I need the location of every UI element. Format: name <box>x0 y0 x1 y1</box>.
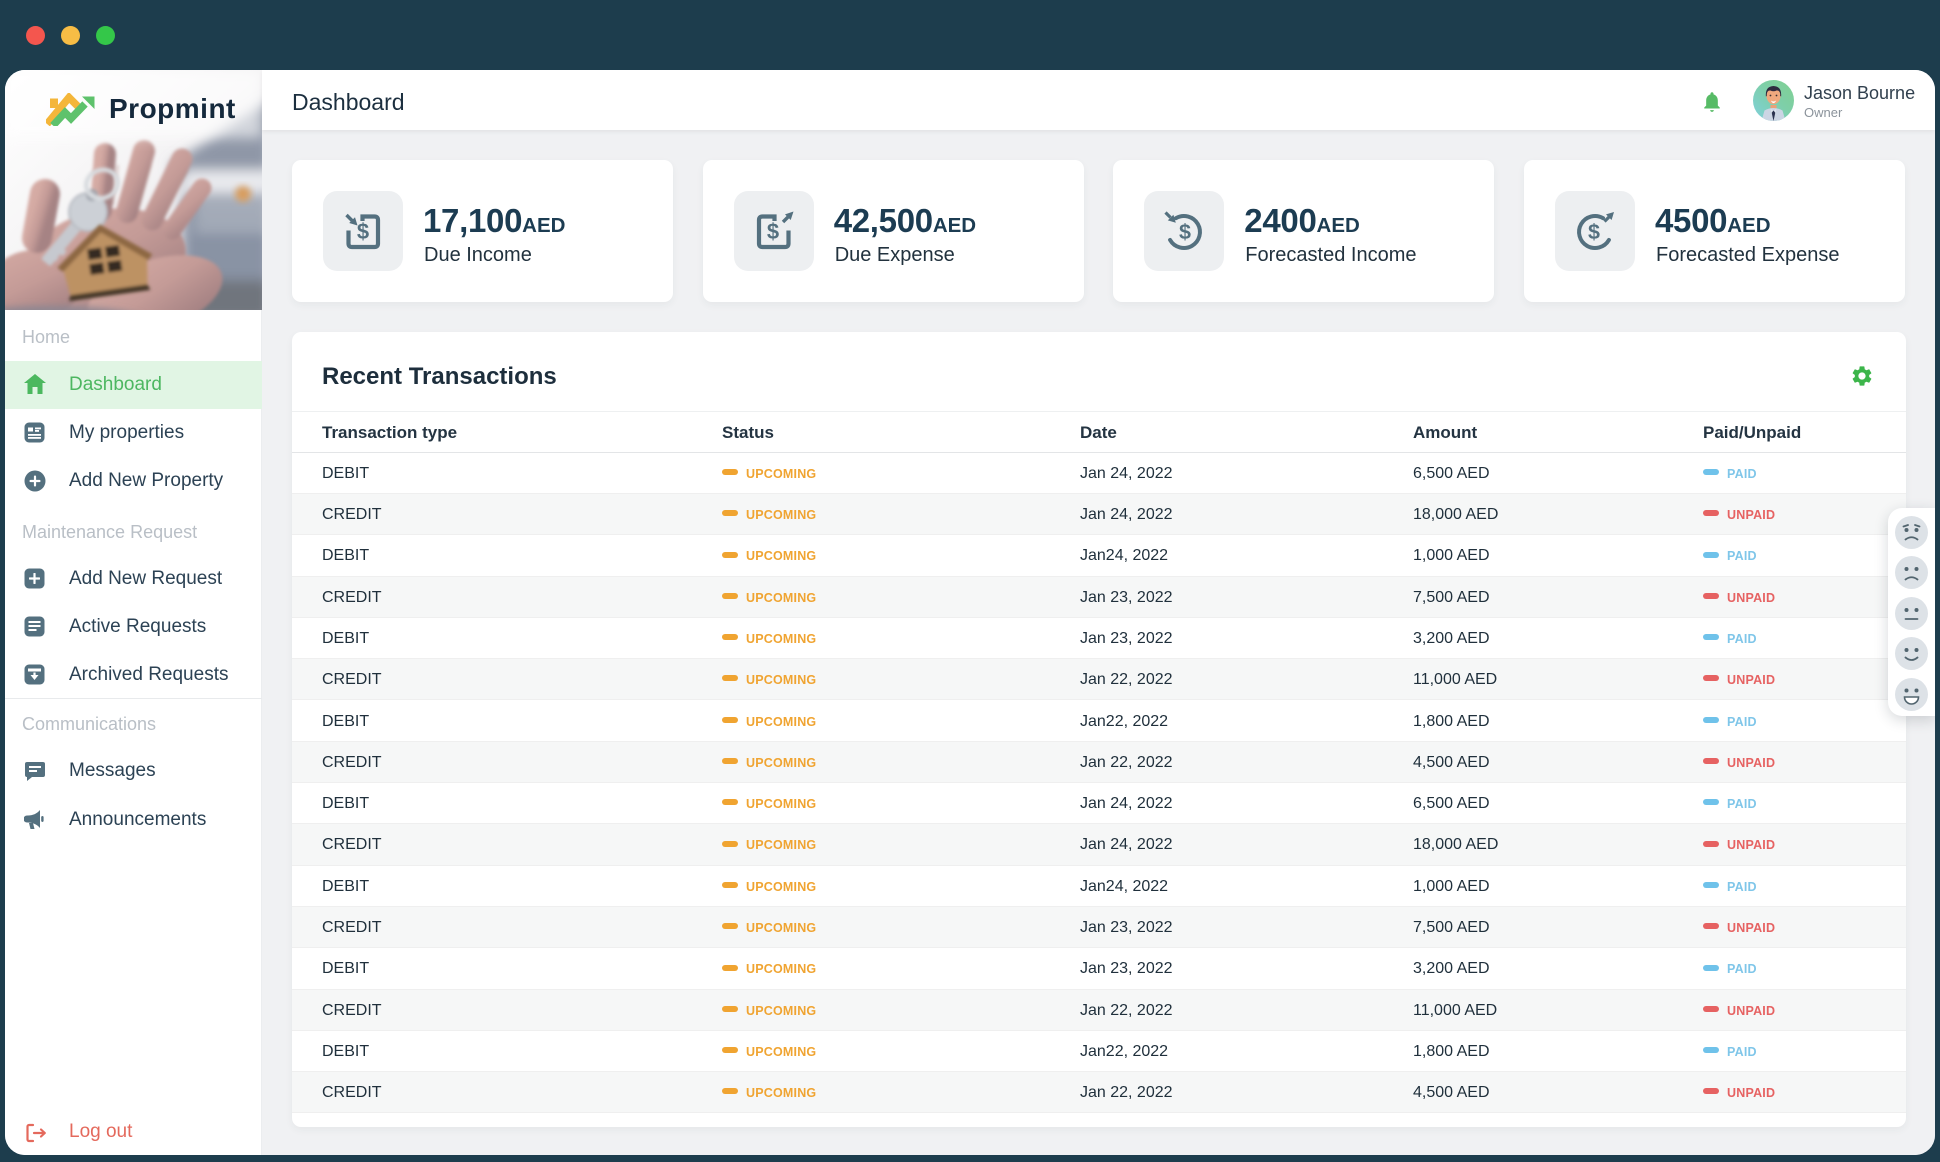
svg-text:$: $ <box>1179 220 1191 244</box>
svg-text:$: $ <box>767 219 779 244</box>
svg-text:$: $ <box>357 219 369 244</box>
svg-text:$: $ <box>1588 220 1600 244</box>
